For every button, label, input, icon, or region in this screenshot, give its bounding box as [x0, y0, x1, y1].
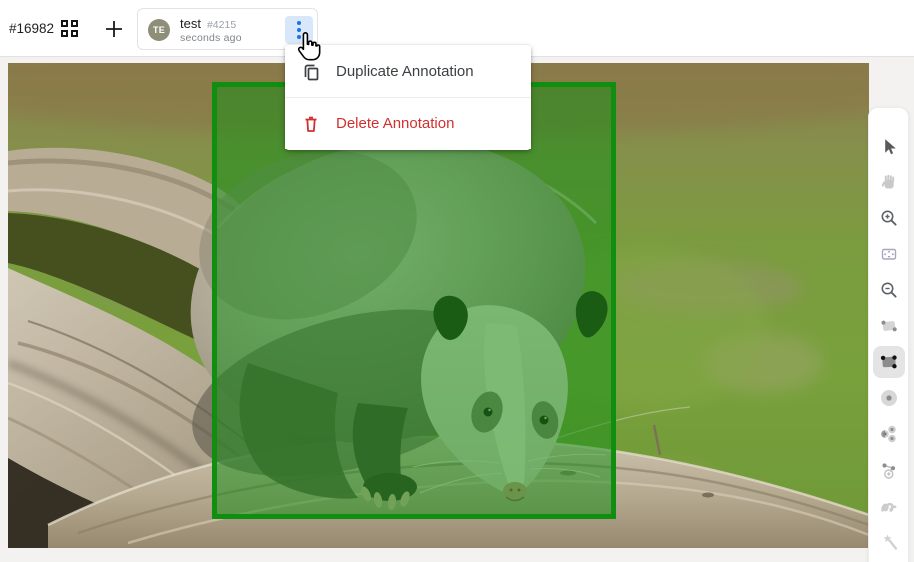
menu-item-duplicate-annotation[interactable]: Duplicate Annotation [285, 46, 531, 97]
cluster-icon [880, 425, 896, 443]
tool-zoom-in[interactable] [871, 200, 907, 236]
annotation-chip[interactable]: TE test #4215 seconds ago [137, 8, 318, 50]
grid-view-icon[interactable] [61, 20, 79, 38]
add-icon [106, 21, 122, 37]
menu-item-label: Duplicate Annotation [336, 63, 474, 80]
menu-item-label: Delete Annotation [336, 115, 455, 132]
box-icon [880, 320, 897, 332]
duplicate-icon [304, 64, 319, 80]
annotation-context-menu: Duplicate Annotation Delete Annotation [285, 45, 531, 150]
tool-zoom-out[interactable] [871, 272, 907, 308]
scribble-icon [880, 502, 896, 512]
menu-item-delete-annotation[interactable]: Delete Annotation [285, 98, 531, 149]
tool-select[interactable] [871, 128, 907, 164]
image-id: #16982 [9, 21, 55, 36]
more-vertical-icon [297, 35, 301, 39]
add-annotation-button[interactable] [103, 18, 125, 40]
tool-pan[interactable] [871, 164, 907, 200]
zoom-out-icon [881, 282, 897, 298]
tool-polygon[interactable] [871, 452, 907, 488]
magic-wand-icon [883, 534, 897, 550]
more-options-button[interactable] [285, 16, 313, 44]
grid-square [71, 30, 78, 37]
chip-name-row: test #4215 [180, 15, 236, 33]
annotation-ref: #4215 [206, 19, 237, 31]
polygon-icon [881, 463, 895, 479]
tool-smart-select[interactable] [871, 524, 907, 560]
bounding-box-icon [880, 355, 897, 369]
more-vertical-icon [297, 21, 301, 25]
circle-icon [880, 390, 897, 406]
tool-multi-point[interactable] [871, 416, 907, 452]
avatar: TE [148, 19, 170, 41]
hand-icon [881, 174, 894, 189]
tool-fit-screen[interactable] [871, 236, 907, 272]
fit-screen-icon [881, 248, 896, 260]
annotation-time: seconds ago [180, 32, 242, 44]
more-vertical-icon [297, 28, 301, 32]
tool-bounding-box[interactable] [872, 346, 905, 378]
cursor-icon [884, 139, 896, 155]
grid-square [71, 20, 78, 27]
tool-circle[interactable] [871, 380, 907, 416]
tool-freehand[interactable] [871, 488, 907, 524]
zoom-in-icon [881, 210, 897, 226]
grid-square [61, 20, 68, 27]
trash-icon [305, 116, 317, 132]
tool-palette [868, 107, 909, 562]
annotation-name: test [180, 16, 201, 31]
grid-square [61, 30, 68, 37]
tool-box-draw[interactable] [871, 308, 907, 344]
